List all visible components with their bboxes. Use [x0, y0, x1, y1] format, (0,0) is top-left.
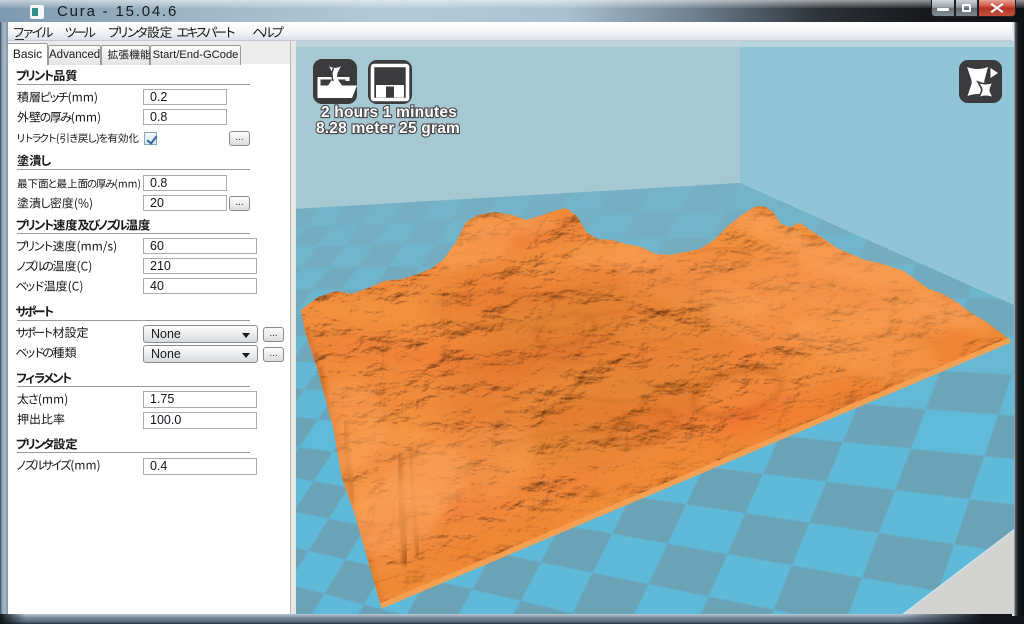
svg-text:2 hours 1 minutes: 2 hours 1 minutes [321, 104, 457, 121]
svg-text:8.28 meter 25 gram: 8.28 meter 25 gram [316, 120, 460, 137]
